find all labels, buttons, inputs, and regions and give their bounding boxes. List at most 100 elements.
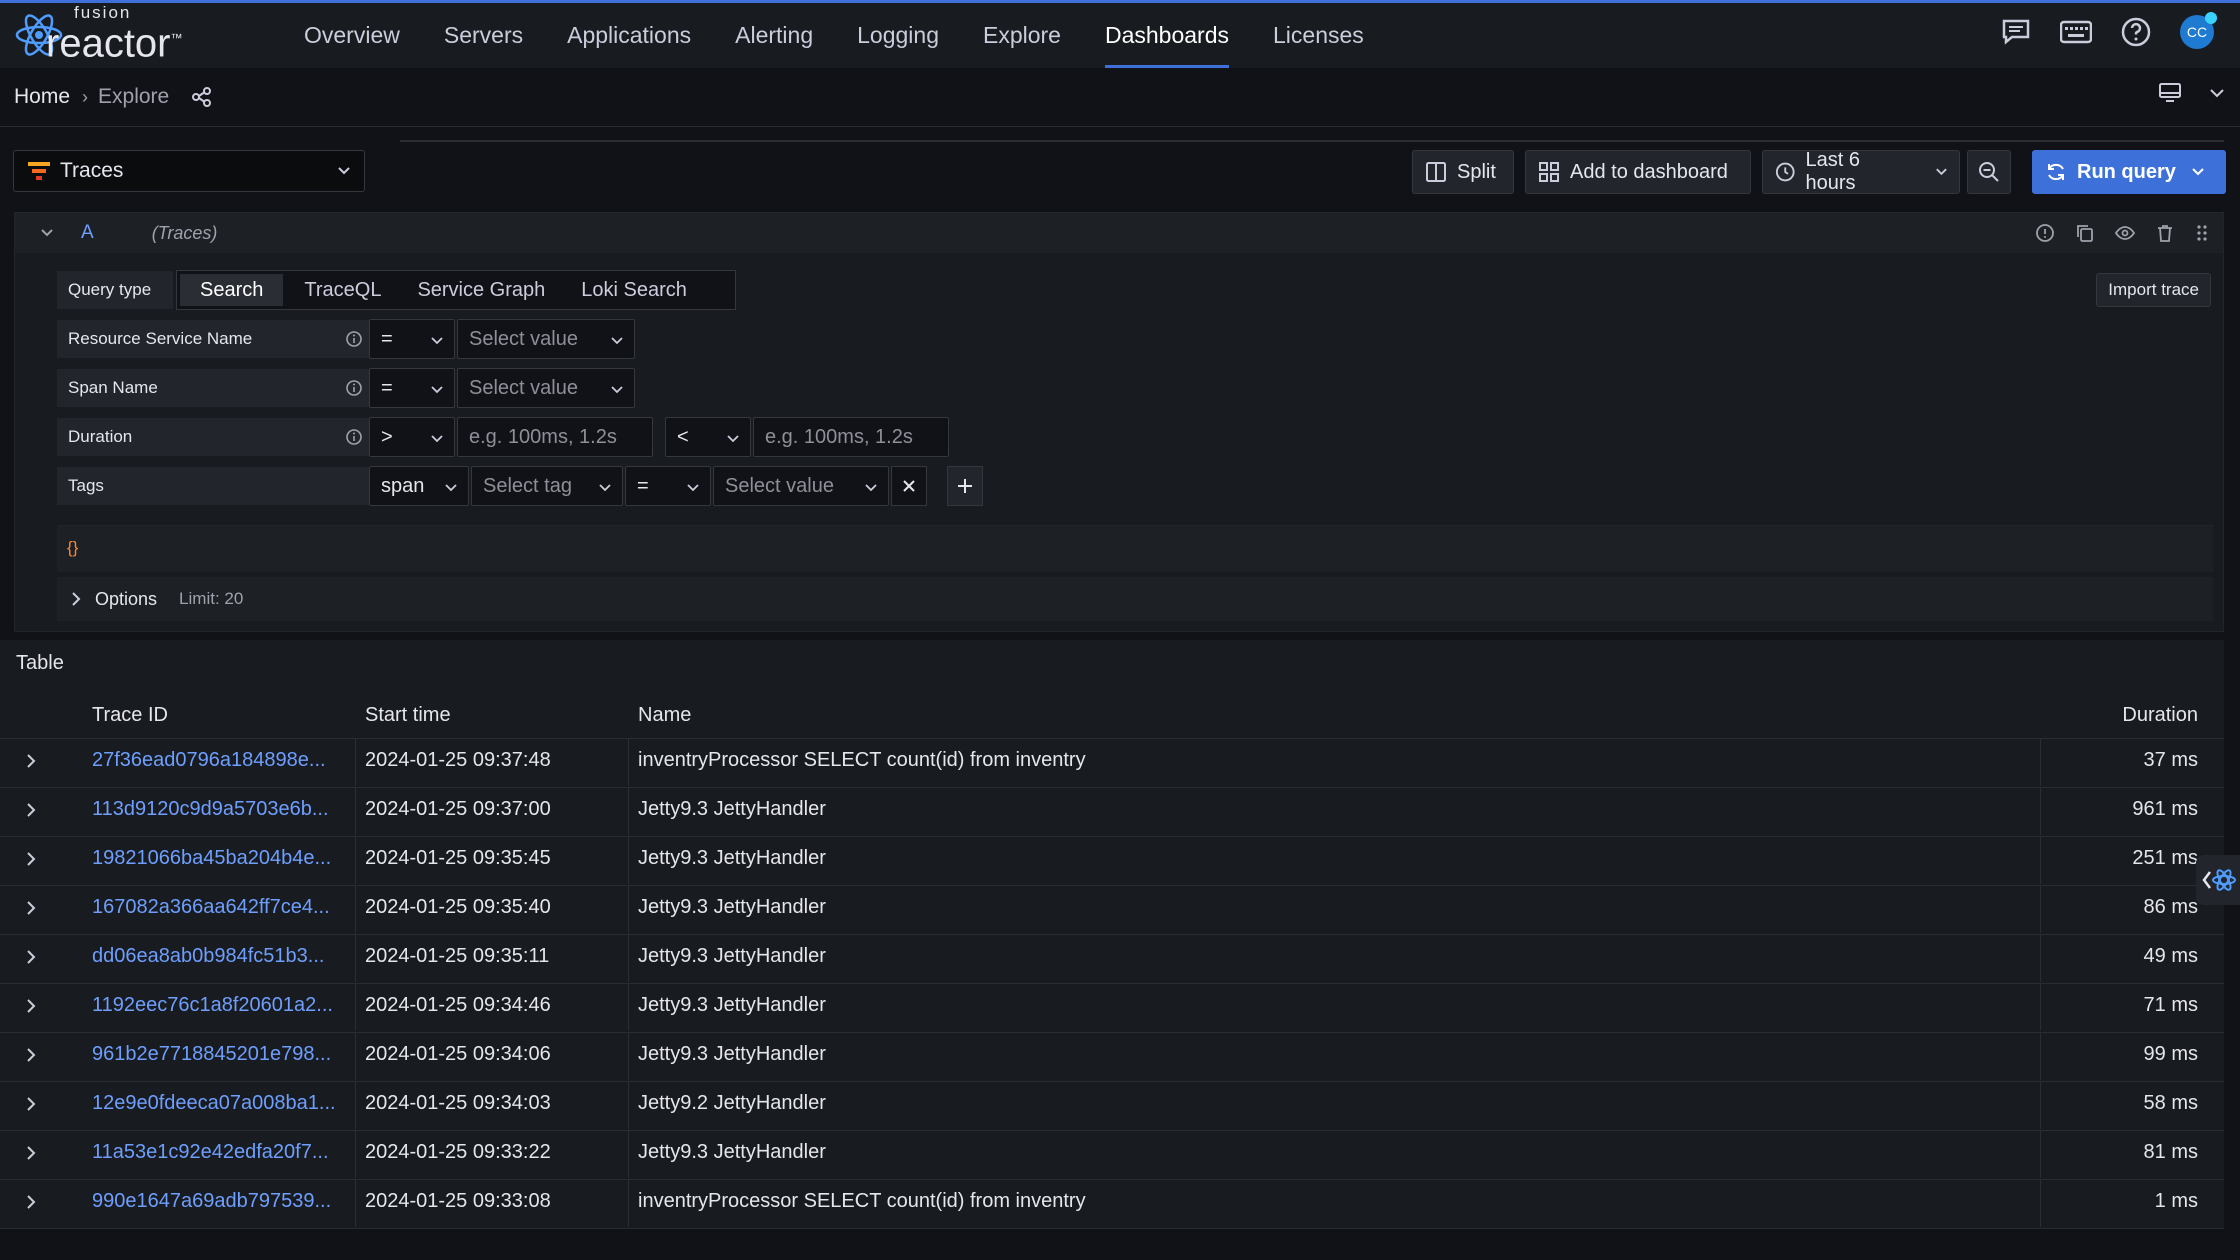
resource-service-operator-select[interactable]: =: [369, 319, 455, 359]
datasource-picker[interactable]: Traces: [13, 150, 365, 192]
trace-id-link[interactable]: 167082a366aa642ff7ce4...: [92, 896, 330, 919]
nav-dashboards[interactable]: Dashboards: [1083, 3, 1251, 68]
table-row[interactable]: 1192eec76c1a8f20601a2... 2024-01-25 09:34…: [0, 983, 2224, 1033]
trash-icon[interactable]: [2155, 223, 2175, 248]
info-icon[interactable]: [345, 330, 363, 353]
import-trace-button[interactable]: Import trace: [2096, 273, 2211, 307]
query-row-header: A (Traces): [15, 213, 2223, 253]
trace-id-link[interactable]: 19821066ba45ba204b4e...: [92, 847, 331, 870]
help-icon[interactable]: [2120, 16, 2152, 48]
col-trace-id[interactable]: Trace ID: [92, 704, 168, 727]
trace-id-link[interactable]: 27f36ead0796a184898e...: [92, 749, 326, 772]
column-divider: [355, 934, 356, 982]
nav-overview[interactable]: Overview: [282, 3, 422, 68]
resource-service-value-select[interactable]: Select value: [457, 319, 635, 359]
zoom-out-button[interactable]: [1967, 150, 2011, 194]
nav-logging[interactable]: Logging: [835, 3, 961, 68]
drag-handle-icon[interactable]: [2195, 223, 2209, 248]
duplicate-icon[interactable]: [2075, 223, 2095, 248]
tag-scope-select[interactable]: span: [369, 466, 469, 506]
duration-max-input[interactable]: e.g. 100ms, 1.2s: [753, 417, 949, 457]
run-query-button[interactable]: Run query: [2032, 150, 2226, 194]
expand-row-icon[interactable]: [24, 850, 38, 873]
trace-id-link[interactable]: 990e1647a69adb797539...: [92, 1190, 331, 1213]
time-range-picker[interactable]: Last 6 hours: [1762, 149, 1960, 194]
table-row[interactable]: dd06ea8ab0b984fc51b3... 2024-01-25 09:35:…: [0, 934, 2224, 984]
duration-max-operator-select[interactable]: <: [665, 417, 751, 457]
query-options[interactable]: Options Limit: 20: [57, 577, 2213, 621]
nav-alerting[interactable]: Alerting: [713, 3, 835, 68]
table-row[interactable]: 167082a366aa642ff7ce4... 2024-01-25 09:35…: [0, 885, 2224, 935]
expand-row-icon[interactable]: [24, 1193, 38, 1216]
query-editor-panel: A (Traces) Query type Search TraceQL Ser…: [14, 212, 2224, 632]
query-help-icon[interactable]: [2035, 223, 2055, 248]
tag-value-select[interactable]: Select value: [713, 466, 889, 506]
col-duration[interactable]: Duration: [2122, 704, 2198, 727]
expand-row-icon[interactable]: [24, 1144, 38, 1167]
keyboard-icon[interactable]: [2060, 16, 2092, 48]
table-row[interactable]: 113d9120c9d9a5703e6b... 2024-01-25 09:37:…: [0, 787, 2224, 837]
table-row[interactable]: 27f36ead0796a184898e... 2024-01-25 09:37:…: [0, 738, 2224, 788]
nav-applications[interactable]: Applications: [545, 3, 713, 68]
side-panel-toggle[interactable]: [2196, 855, 2240, 905]
trace-id-link[interactable]: 1192eec76c1a8f20601a2...: [92, 994, 333, 1017]
nav-servers[interactable]: Servers: [422, 3, 545, 68]
split-button[interactable]: Split: [1412, 150, 1514, 194]
expand-row-icon[interactable]: [24, 899, 38, 922]
span-name-value-select[interactable]: Select value: [457, 368, 635, 408]
logo-word: reactor: [46, 21, 171, 66]
add-tag-button[interactable]: [947, 466, 983, 506]
operator-value: =: [381, 327, 393, 350]
expand-row-icon[interactable]: [24, 752, 38, 775]
table-row[interactable]: 990e1647a69adb797539... 2024-01-25 09:33:…: [0, 1179, 2224, 1229]
tab-search[interactable]: Search: [180, 274, 284, 306]
table-row[interactable]: 19821066ba45ba204b4e... 2024-01-25 09:35:…: [0, 836, 2224, 886]
span-name-operator-select[interactable]: =: [369, 368, 455, 408]
trace-id-link[interactable]: 12e9e0fdeeca07a008ba1...: [92, 1092, 336, 1115]
expand-row-icon[interactable]: [24, 1046, 38, 1069]
column-divider: [2040, 836, 2041, 884]
tab-loki-search[interactable]: Loki Search: [563, 271, 705, 309]
fusionreactor-logo[interactable]: fusion reactor™: [14, 4, 264, 64]
trace-id-link[interactable]: 961b2e7718845201e798...: [92, 1043, 331, 1066]
remove-tag-button[interactable]: [891, 466, 927, 506]
collapse-chevron-icon[interactable]: [39, 223, 55, 243]
info-icon[interactable]: [345, 428, 363, 451]
trace-id-link[interactable]: 11a53e1c92e42edfa20f7...: [92, 1141, 329, 1164]
monitor-icon[interactable]: [2158, 82, 2182, 109]
expand-row-icon[interactable]: [24, 801, 38, 824]
tab-traceql[interactable]: TraceQL: [286, 271, 399, 309]
add-to-dashboard-button[interactable]: Add to dashboard: [1525, 150, 1751, 194]
nav-licenses[interactable]: Licenses: [1251, 3, 1386, 68]
trace-id-link[interactable]: 113d9120c9d9a5703e6b...: [92, 798, 329, 821]
nav-explore[interactable]: Explore: [961, 3, 1083, 68]
column-divider: [2040, 1032, 2041, 1080]
trace-id-link[interactable]: dd06ea8ab0b984fc51b3...: [92, 945, 324, 968]
user-avatar[interactable]: CC: [2180, 12, 2217, 49]
chat-icon[interactable]: [2000, 16, 2032, 48]
table-row[interactable]: 11a53e1c92e42edfa20f7... 2024-01-25 09:33…: [0, 1130, 2224, 1180]
query-letter[interactable]: A: [81, 222, 94, 244]
expand-row-icon[interactable]: [24, 948, 38, 971]
chevron-down-icon[interactable]: [2190, 162, 2206, 182]
breadcrumb-home[interactable]: Home: [14, 85, 70, 109]
info-icon[interactable]: [345, 379, 363, 402]
chevron-down-icon[interactable]: [2208, 82, 2226, 109]
duration-cell: 99 ms: [2143, 1043, 2198, 1065]
col-start-time[interactable]: Start time: [365, 704, 451, 727]
col-name[interactable]: Name: [638, 704, 691, 727]
expand-row-icon[interactable]: [24, 997, 38, 1020]
duration-min-input[interactable]: e.g. 100ms, 1.2s: [457, 417, 653, 457]
duration-min-operator-select[interactable]: >: [369, 417, 455, 457]
table-row[interactable]: 961b2e7718845201e798... 2024-01-25 09:34:…: [0, 1032, 2224, 1082]
traceql-editor[interactable]: {}: [57, 525, 2213, 572]
tag-name-select[interactable]: Select tag: [471, 466, 623, 506]
tab-service-graph[interactable]: Service Graph: [399, 271, 563, 309]
table-row[interactable]: 12e9e0fdeeca07a008ba1... 2024-01-25 09:34…: [0, 1081, 2224, 1131]
options-label: Options: [95, 588, 158, 609]
tag-operator-select[interactable]: =: [625, 466, 711, 506]
expand-row-icon[interactable]: [24, 1095, 38, 1118]
eye-icon[interactable]: [2114, 223, 2136, 248]
share-icon[interactable]: [191, 86, 213, 108]
name-cell: Jetty9.3 JettyHandler: [638, 798, 826, 820]
